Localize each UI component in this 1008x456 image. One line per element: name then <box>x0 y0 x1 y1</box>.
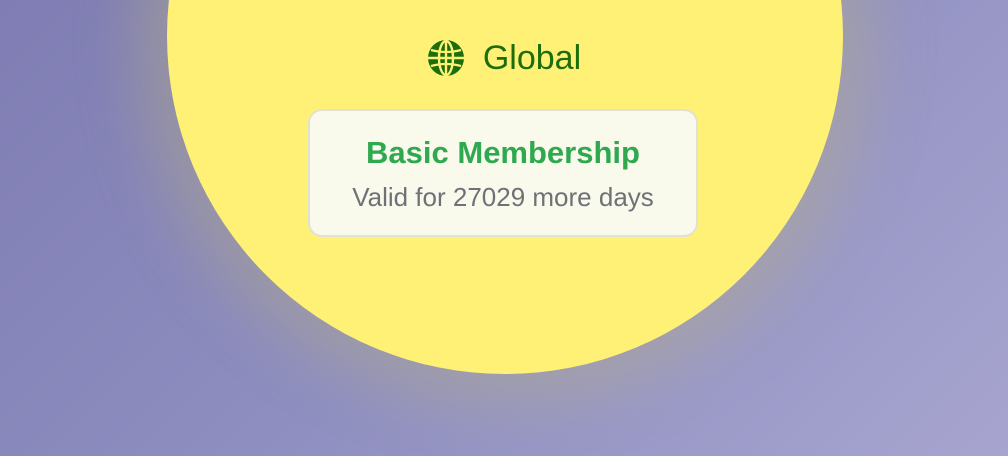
globe-icon <box>427 39 464 77</box>
region-label: Global <box>482 39 582 77</box>
membership-validity: Valid for 27029 more days <box>352 182 654 212</box>
membership-card: Basic Membership Valid for 27029 more da… <box>308 109 698 237</box>
membership-title: Basic Membership <box>366 135 640 170</box>
region-row: Global <box>0 38 1008 78</box>
